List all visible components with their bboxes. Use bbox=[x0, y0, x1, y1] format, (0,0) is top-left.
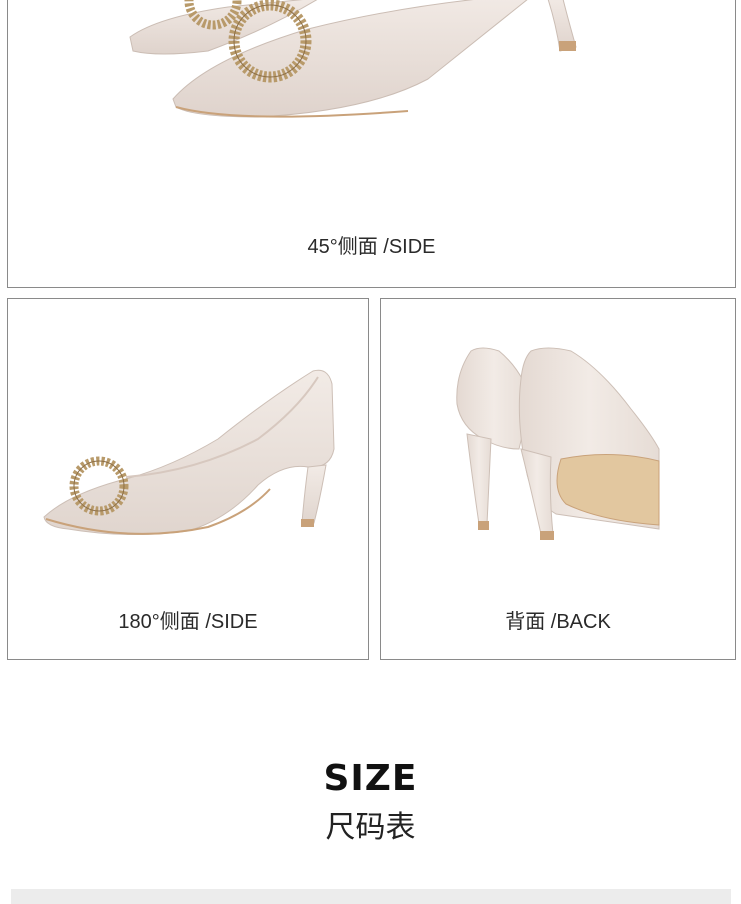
size-table-header-strip bbox=[11, 889, 731, 904]
view-45-side-panel: 45°侧面 /SIDE bbox=[7, 0, 736, 288]
size-section-title: SIZE bbox=[323, 758, 418, 799]
view-back-panel: 背面 /BACK bbox=[380, 298, 736, 660]
view-180-side-caption: 180°侧面 /SIDE bbox=[118, 611, 258, 633]
view-back-caption: 背面 /BACK bbox=[505, 611, 611, 633]
shoe-180-side-image bbox=[43, 369, 335, 536]
size-section-subtitle: 尺码表 bbox=[325, 810, 416, 845]
view-180-side-panel: 180°侧面 /SIDE bbox=[7, 298, 369, 660]
shoe-back-image bbox=[456, 347, 660, 540]
view-45-side-caption: 45°侧面 /SIDE bbox=[307, 236, 436, 258]
shoe-45-side-image bbox=[129, 0, 577, 118]
